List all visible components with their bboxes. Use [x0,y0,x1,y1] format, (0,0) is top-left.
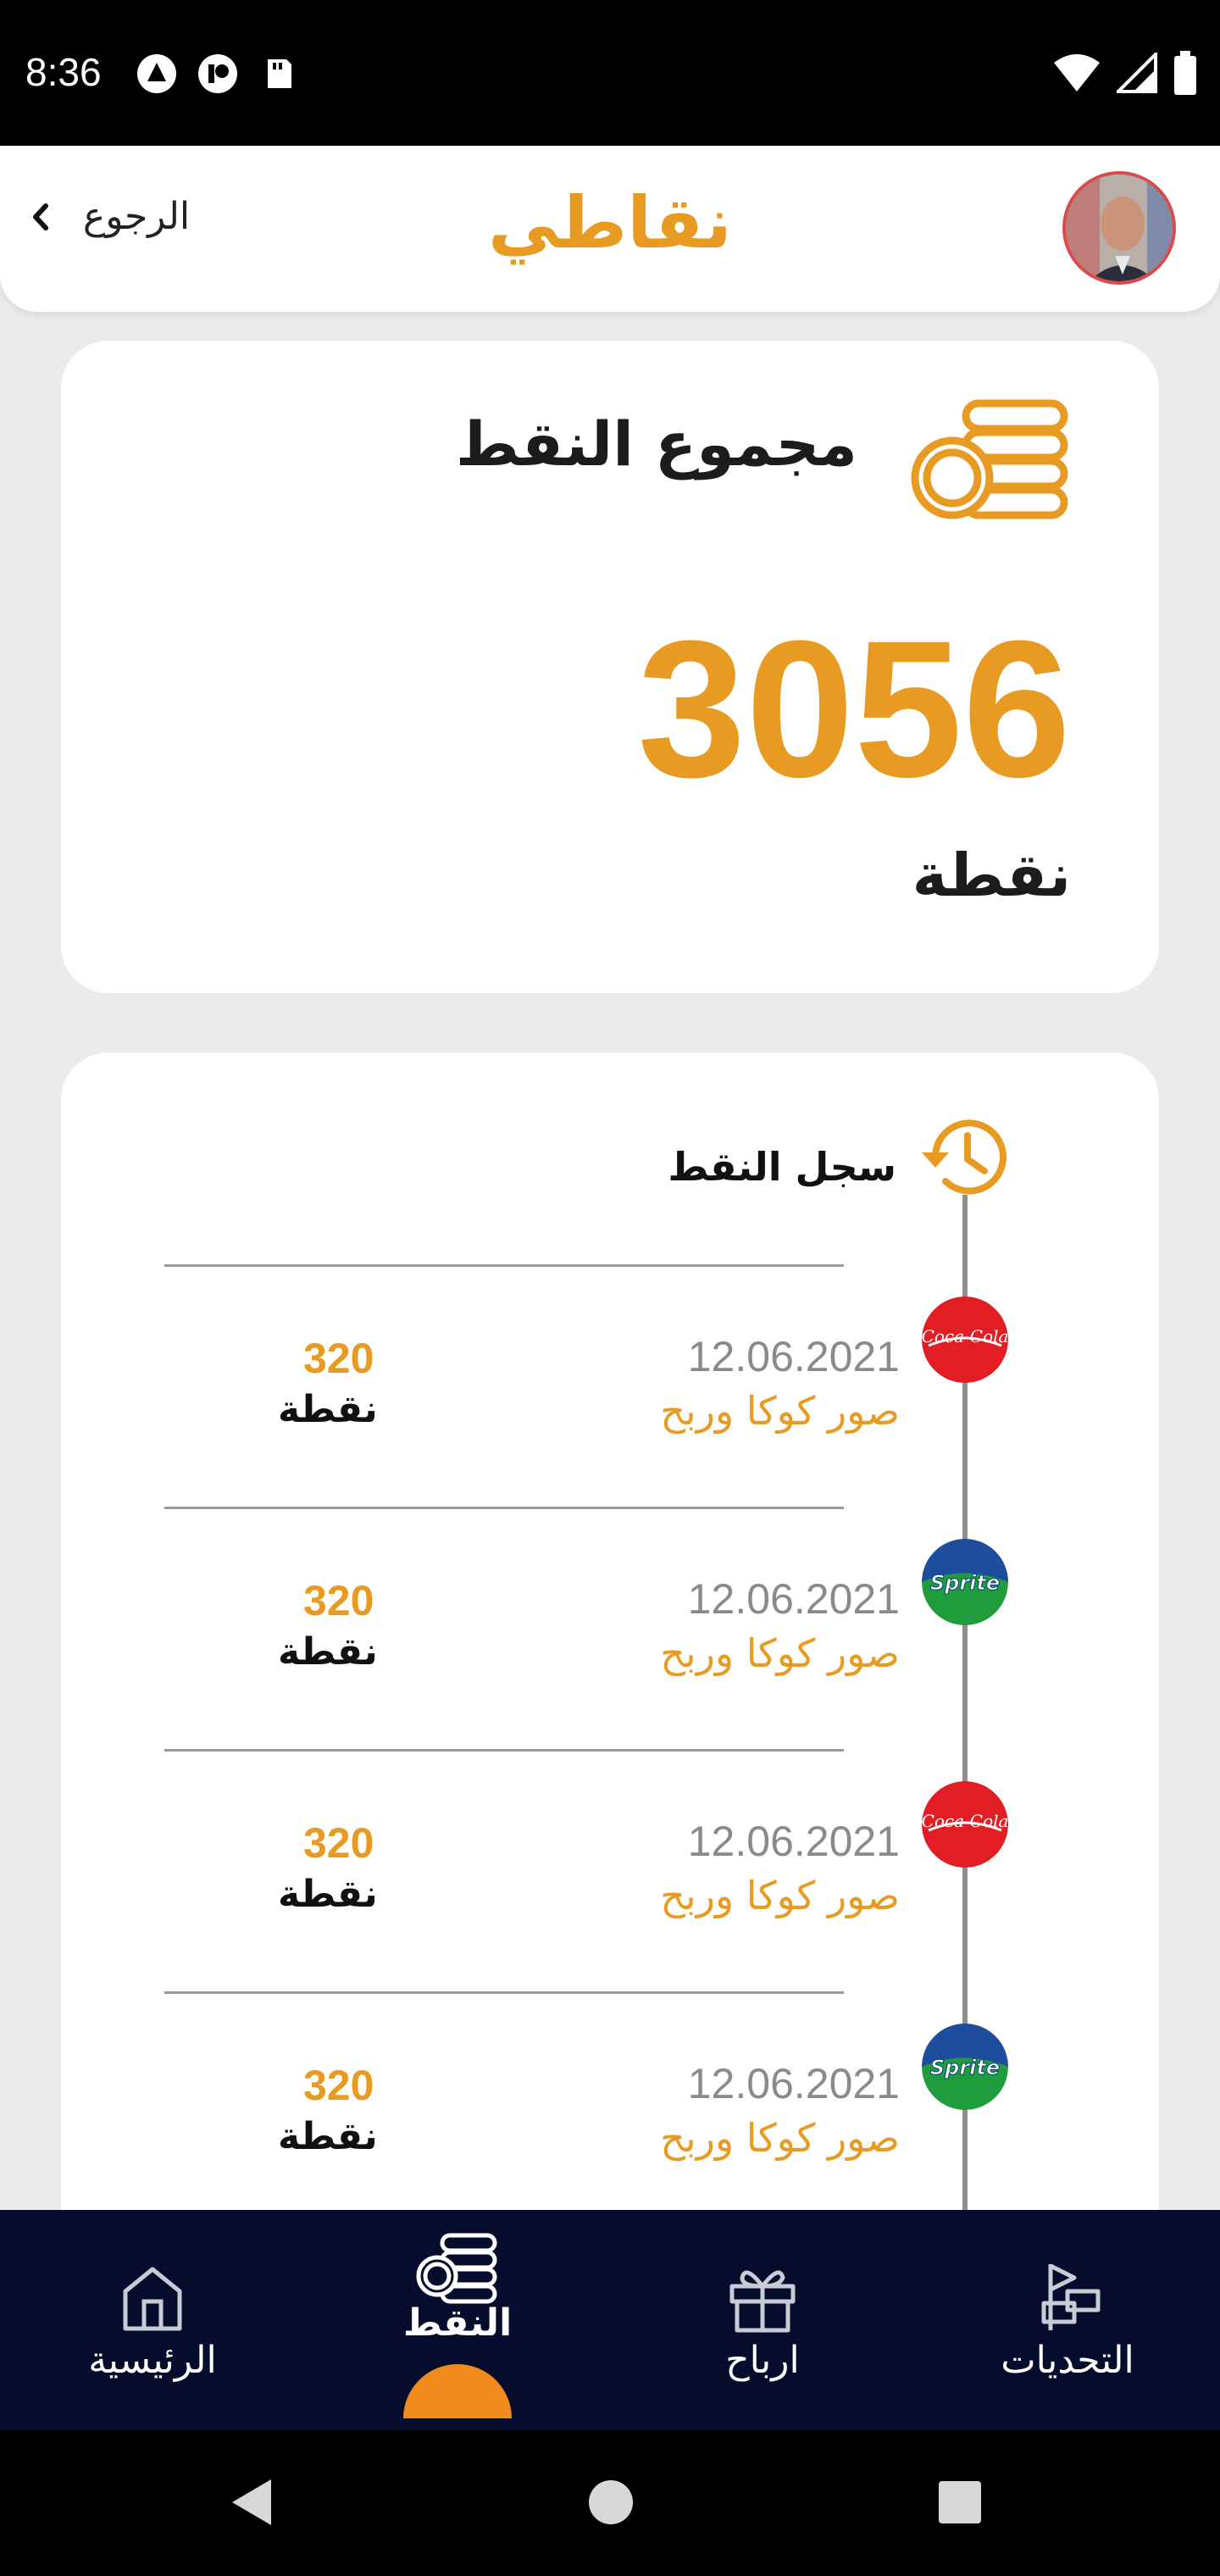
divider [164,1991,844,1994]
system-navigation-bar [0,2430,1220,2576]
svg-text:Sprite: Sprite [930,2056,1000,2079]
nav-label-points: النقط [402,2301,513,2345]
entry-points-unit: نقطة [278,1873,378,1916]
entry-points: 320 [303,1819,374,1867]
nav-label-rewards: ارباح [725,2339,800,2382]
history-entry[interactable]: Sprite 12.06.2021 صور كوكا وربح 320 نقطة [61,1991,1159,2234]
history-entry[interactable]: Coca-Cola 12.06.2021 صور كوكا وربح 320 ن… [61,1264,1159,1507]
app-header: الرجوع نقاطي [0,146,1220,312]
coca-cola-logo-icon: Coca-Cola [922,1296,1008,1383]
total-points-card: مجموع النقط 3056 نقطة [61,341,1159,993]
cellular-signal-icon [1117,53,1157,93]
history-entry[interactable]: Sprite 12.06.2021 صور كوكا وربح 320 نقطة [61,1507,1159,1749]
nav-label-home: الرئيسية [88,2339,217,2382]
user-avatar-icon [1066,175,1173,281]
divider [164,1507,844,1509]
divider [164,1264,844,1267]
avatar[interactable] [1062,171,1176,285]
status-bar: 8:36 [0,0,1220,146]
status-system-icons [1052,51,1198,95]
nav-item-challenges[interactable]: التحديات [940,2210,1195,2430]
entry-points-unit: نقطة [278,1630,378,1674]
history-entry[interactable]: Coca-Cola 12.06.2021 صور كوكا وربح 320 ن… [61,1749,1159,1991]
app-notification-icon [198,54,237,93]
notification-icon [137,54,176,93]
coca-cola-logo-icon: Coca-Cola [922,1781,1008,1868]
svg-text:Coca-Cola: Coca-Cola [922,1326,1008,1346]
total-points-unit: نقطة [912,841,1071,910]
wifi-icon [1054,54,1100,92]
entry-date: 12.06.2021 [687,2060,900,2107]
sprite-logo-icon: Sprite [922,2024,1008,2110]
svg-text:Coca-Cola: Coca-Cola [922,1811,1008,1831]
entry-date: 12.06.2021 [687,1333,900,1380]
history-icon [922,1119,1006,1195]
total-points-label: مجموع النقط [455,408,857,480]
status-time: 8:36 [25,50,102,94]
entry-date: 12.06.2021 [687,1575,900,1623]
entry-points: 320 [303,1577,374,1624]
back-triangle-icon[interactable] [224,2473,283,2532]
battery-icon [1174,51,1196,95]
gift-icon [729,2270,796,2333]
svg-text:Sprite: Sprite [930,1571,1000,1595]
entry-points: 320 [303,2062,374,2109]
divider [164,1749,844,1752]
entry-points: 320 [303,1335,374,1382]
nav-item-rewards[interactable]: ارباح [635,2210,890,2430]
nav-label-challenges: التحديات [1001,2339,1134,2382]
home-icon [123,2267,182,2331]
entry-points-unit: نقطة [278,1388,378,1431]
entry-points-unit: نقطة [278,2115,378,2158]
coins-icon [416,2233,497,2304]
total-points-value: 3056 [637,600,1071,818]
entry-description: صور كوكا وربح [660,1630,900,1676]
entry-description: صور كوكا وربح [660,2115,900,2161]
sprite-logo-icon: Sprite [922,1539,1008,1625]
entry-description: صور كوكا وربح [660,1873,900,1918]
status-notification-icons [136,53,300,95]
challenge-flag-icon [1041,2263,1101,2330]
coins-icon [911,399,1068,519]
entry-date: 12.06.2021 [687,1818,900,1865]
page-title: نقاطي [488,181,732,264]
bottom-navigation: الرئيسية النقط ارباح التحديات [0,2210,1220,2430]
home-circle-icon[interactable] [581,2473,640,2532]
sd-card-icon [268,59,291,88]
points-history-card: سجل النقط Coca-Cola 12.06.2021 صور كوكا … [61,1052,1159,2239]
history-title: سجل النقط [668,1144,896,1190]
nav-item-home[interactable]: الرئيسية [25,2210,280,2430]
recents-square-icon[interactable] [930,2473,990,2532]
entry-description: صور كوكا وربح [660,1388,900,1434]
